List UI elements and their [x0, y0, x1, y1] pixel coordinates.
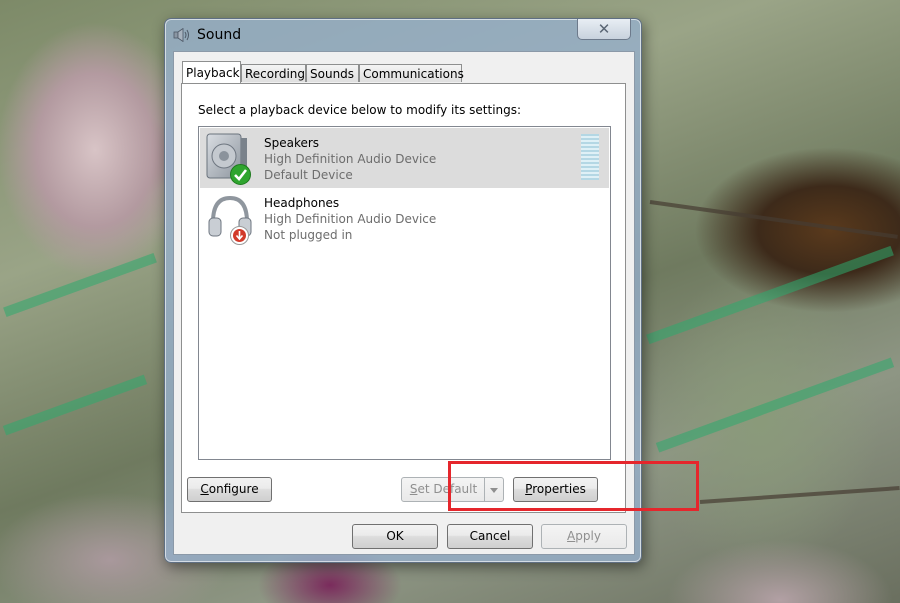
configure-button[interactable]: Configure [187, 477, 272, 502]
device-description: High Definition Audio Device [264, 212, 437, 226]
cancel-label: Cancel [469, 529, 511, 543]
speaker-icon [173, 28, 189, 42]
ok-button[interactable]: OK [352, 524, 438, 549]
tab-sounds[interactable]: Sounds [306, 64, 359, 82]
highlight-annotation-box [448, 461, 699, 511]
device-status: Default Device [264, 168, 353, 182]
device-status: Not plugged in [264, 228, 353, 242]
configure-label-accel: C [200, 482, 209, 496]
tab-label: Recording [245, 67, 306, 81]
tab-playback[interactable]: Playback [182, 61, 241, 83]
instruction-text: Select a playback device below to modify… [198, 103, 522, 117]
configure-label-post: onfigure [208, 482, 259, 496]
ok-label: OK [386, 529, 404, 543]
tab-label: Communications [363, 67, 464, 81]
tab-recording[interactable]: Recording [241, 64, 306, 82]
playback-panel: Select a playback device below to modify… [181, 83, 626, 513]
close-button[interactable]: ✕ [577, 19, 631, 40]
device-item-speakers[interactable]: Speakers High Definition Audio Device De… [200, 128, 609, 188]
device-description: High Definition Audio Device [264, 152, 437, 166]
tab-label: Playback [186, 66, 240, 80]
window-title: Sound [197, 27, 242, 43]
title-bar[interactable]: Sound [165, 19, 641, 51]
tab-label: Sounds [310, 67, 355, 81]
red-down-arrow-icon [230, 226, 249, 245]
device-name: Speakers [264, 136, 320, 150]
tab-communications[interactable]: Communications [359, 64, 464, 82]
apply-label-post: pply [575, 529, 601, 543]
green-check-icon [230, 164, 251, 185]
device-item-headphones[interactable]: Headphones High Definition Audio Device … [200, 188, 609, 248]
volume-level-meter [581, 134, 599, 180]
device-list[interactable]: Speakers High Definition Audio Device De… [198, 126, 611, 460]
cancel-button[interactable]: Cancel [447, 524, 533, 549]
device-name: Headphones [264, 196, 340, 210]
close-icon: ✕ [597, 20, 611, 38]
apply-button[interactable]: Apply [541, 524, 627, 549]
